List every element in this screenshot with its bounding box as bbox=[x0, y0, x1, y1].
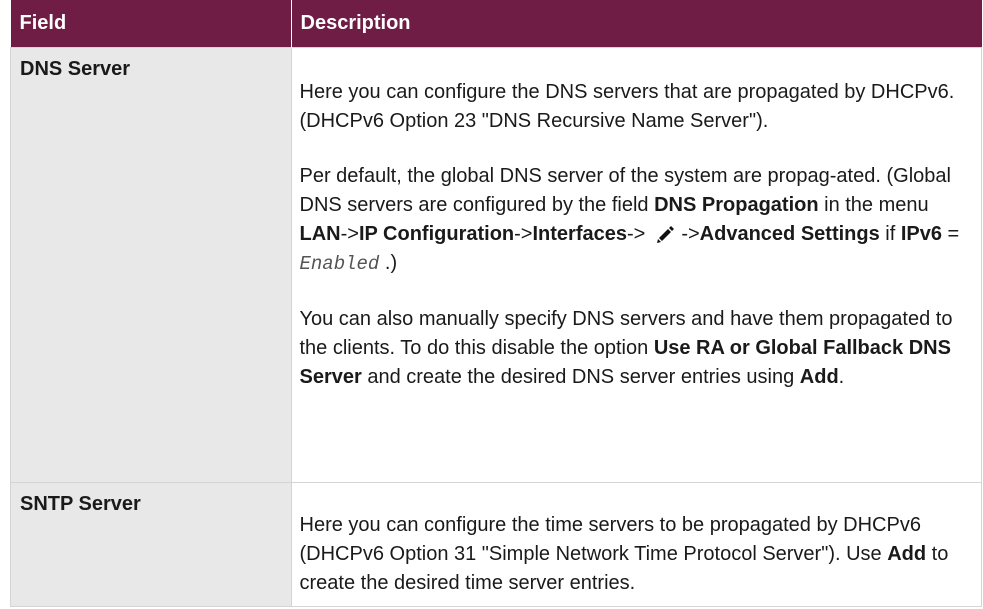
description-cell: Here you can configure the DNS servers t… bbox=[290, 47, 982, 483]
field-name-dns-server: DNS Server bbox=[10, 47, 292, 483]
value-literal: Enabled bbox=[299, 253, 380, 275]
menu-reference: IP Configuration bbox=[358, 223, 515, 245]
text: in the menu bbox=[818, 194, 929, 216]
text: . bbox=[838, 366, 845, 388]
text: -> bbox=[514, 223, 533, 245]
description-paragraph: Per default, the global DNS server of th… bbox=[300, 162, 974, 279]
field-name-sntp-server: SNTP Server bbox=[10, 482, 292, 607]
description-paragraph: You can also manually specify DNS server… bbox=[300, 305, 974, 392]
text: -> bbox=[626, 223, 646, 245]
menu-reference: Interfaces bbox=[532, 223, 627, 245]
menu-reference: LAN bbox=[299, 223, 341, 245]
table-row: SNTP Server Here you can configure the t… bbox=[10, 482, 982, 607]
description-paragraph: Here you can configure the DNS servers t… bbox=[299, 81, 955, 132]
table-row: DNS Server Here you can configure the DN… bbox=[10, 47, 982, 483]
table-header-row: Field Description bbox=[10, 0, 982, 48]
field-column-header: Field bbox=[10, 0, 292, 48]
description-column-header: Description bbox=[291, 0, 982, 48]
button-reference: Add bbox=[887, 543, 927, 565]
text: = bbox=[942, 223, 960, 245]
pencil-edit-icon bbox=[649, 220, 678, 246]
text: .) bbox=[379, 252, 398, 274]
description-paragraph: Here you can configure the time servers … bbox=[300, 511, 974, 598]
field-reference: DNS Propagation bbox=[654, 194, 819, 216]
text: and create the desired DNS server entrie… bbox=[361, 366, 800, 388]
field-reference: IPv6 bbox=[900, 223, 942, 245]
text: Here you can configure the time servers … bbox=[299, 514, 921, 565]
menu-reference: Advanced Settings bbox=[699, 223, 880, 245]
description-cell: Here you can configure the time servers … bbox=[290, 482, 982, 607]
field-description-table: Field Description DNS Server Here you ca… bbox=[10, 0, 982, 607]
button-reference: Add bbox=[799, 366, 839, 388]
text: -> bbox=[681, 223, 700, 245]
text: -> bbox=[340, 223, 359, 245]
text: if bbox=[879, 223, 901, 245]
